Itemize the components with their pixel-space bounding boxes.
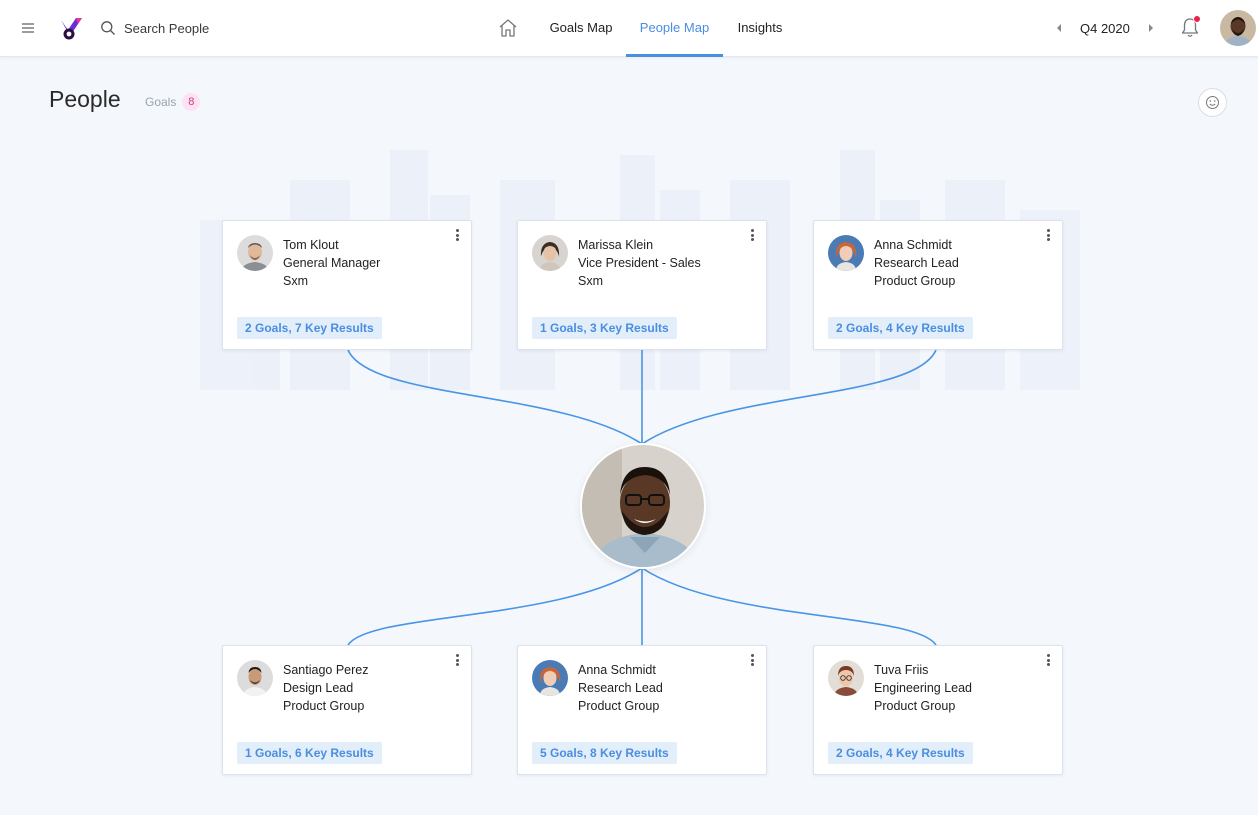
person-group: Sxm [283,274,308,288]
person-card[interactable]: Tom Klout General Manager Sxm 2 Goals, 7… [222,220,472,350]
goals-summary[interactable]: 2 Goals, 4 Key Results [828,317,973,339]
goals-filter[interactable]: Goals 8 [145,93,201,111]
goals-summary[interactable]: 2 Goals, 4 Key Results [828,742,973,764]
person-role: General Manager [283,256,381,270]
selected-person-avatar[interactable] [580,443,706,569]
search-input[interactable] [124,20,324,36]
person-role: Vice President - Sales [578,256,701,270]
top-bar: Goals Map People Map Insights Q4 2020 [0,0,1258,57]
goals-label: Goals [145,95,177,109]
person-name: Tom Klout [283,238,339,252]
person-card[interactable]: Marissa Klein Vice President - Sales Sxm… [517,220,767,350]
search-box[interactable] [100,16,324,40]
bell-icon[interactable] [1178,15,1202,41]
user-avatar[interactable] [1220,10,1256,46]
more-options-icon[interactable] [1042,227,1054,243]
avatar [532,660,568,696]
more-options-icon[interactable] [746,227,758,243]
avatar [237,660,273,696]
hamburger-icon[interactable] [17,17,41,39]
smiley-icon[interactable] [1198,88,1227,117]
avatar [532,235,568,271]
person-name: Anna Schmidt [874,238,952,252]
search-icon [101,21,115,35]
more-options-icon[interactable] [451,652,463,668]
person-card[interactable]: Tuva Friis Engineering Lead Product Grou… [813,645,1063,775]
person-name: Tuva Friis [874,663,929,677]
goals-summary[interactable]: 5 Goals, 8 Key Results [532,742,677,764]
tab-goals-map[interactable]: Goals Map [540,0,622,57]
person-group: Product Group [874,699,956,713]
chevron-left-icon[interactable] [1050,16,1068,40]
more-options-icon[interactable] [1042,652,1054,668]
quarter-selector: Q4 2020 [1050,16,1160,40]
person-group: Product Group [874,274,956,288]
goals-summary[interactable]: 1 Goals, 3 Key Results [532,317,677,339]
goals-count-badge: 8 [182,93,201,111]
person-name: Marissa Klein [578,238,654,252]
person-role: Research Lead [578,681,663,695]
person-group: Sxm [578,274,603,288]
avatar [828,235,864,271]
chevron-right-icon[interactable] [1142,16,1160,40]
person-name: Anna Schmidt [578,663,656,677]
goals-summary[interactable]: 1 Goals, 6 Key Results [237,742,382,764]
person-role: Research Lead [874,256,959,270]
goals-summary[interactable]: 2 Goals, 7 Key Results [237,317,382,339]
person-card[interactable]: Anna Schmidt Research Lead Product Group… [517,645,767,775]
person-role: Design Lead [283,681,354,695]
page-title: People [49,86,121,112]
tab-people-map[interactable]: People Map [626,0,723,57]
more-options-icon[interactable] [451,227,463,243]
person-group: Product Group [283,699,365,713]
app-logo[interactable] [58,14,84,42]
person-role: Engineering Lead [874,681,972,695]
tab-insights[interactable]: Insights [726,0,794,57]
notification-dot [1193,15,1201,23]
person-card[interactable]: Santiago Perez Design Lead Product Group… [222,645,472,775]
avatar [828,660,864,696]
avatar [237,235,273,271]
person-group: Product Group [578,699,660,713]
home-icon[interactable] [496,16,520,40]
more-options-icon[interactable] [746,652,758,668]
quarter-label: Q4 2020 [1080,20,1130,36]
person-name: Santiago Perez [283,663,369,677]
person-card[interactable]: Anna Schmidt Research Lead Product Group… [813,220,1063,350]
